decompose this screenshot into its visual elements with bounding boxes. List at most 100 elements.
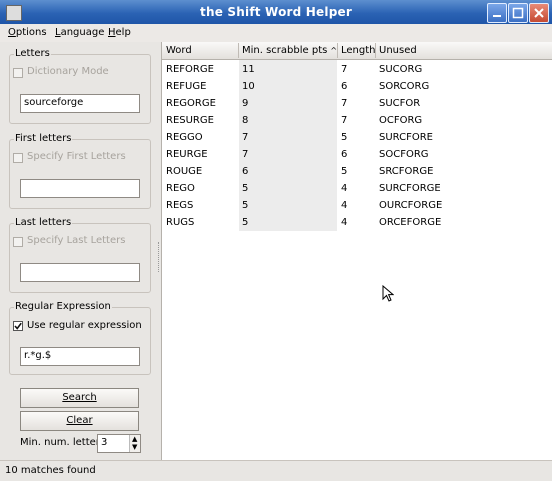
menu-bar: Options Language Help — [0, 24, 552, 42]
maximize-button[interactable] — [508, 3, 528, 23]
menu-options[interactable]: Options — [8, 27, 47, 38]
menu-help-mnemonic: H — [108, 27, 116, 38]
cell-scrabble-pts: 9 — [242, 98, 249, 109]
cell-length: 6 — [341, 81, 348, 92]
first-letters-input[interactable] — [21, 180, 137, 195]
table-row[interactable]: RUGS 5 4 ORCEFORGE — [162, 213, 552, 230]
status-bar: 10 matches found — [0, 460, 552, 481]
search-button[interactable]: Search — [20, 388, 139, 408]
cell-unused: SORCORG — [379, 81, 430, 92]
mouse-pointer-icon — [382, 285, 394, 302]
checkmark-icon — [14, 322, 22, 330]
column-header-unused[interactable]: Unused — [379, 45, 417, 56]
last-letters-group: Last letters Specify Last Letters — [9, 217, 151, 293]
results-table: Word Min. scrabble pts ^ Length Unused RE… — [161, 42, 552, 460]
table-row[interactable]: ROUGE 6 5 SRCFORGE — [162, 162, 552, 179]
cell-word: RUGS — [166, 217, 195, 228]
spin-down-icon[interactable]: ▼ — [132, 444, 137, 451]
min-letters-spinbox[interactable]: 3 ▲ ▼ — [97, 434, 141, 453]
regex-group-title: Regular Expression — [14, 301, 112, 312]
close-button[interactable] — [529, 3, 549, 23]
use-regex-checkbox[interactable] — [13, 321, 23, 331]
use-regex-label: Use regular expression — [27, 320, 142, 331]
minimize-button[interactable] — [487, 3, 507, 23]
table-row[interactable]: REFUGE 10 6 SORCORG — [162, 77, 552, 94]
table-row[interactable]: RESURGE 8 7 OCFORG — [162, 111, 552, 128]
column-separator[interactable] — [337, 43, 338, 58]
clear-button[interactable]: Clear — [20, 411, 139, 431]
table-row[interactable]: REGS 5 4 OURCFORGE — [162, 196, 552, 213]
regex-field[interactable] — [20, 347, 140, 366]
cell-word: ROUGE — [166, 166, 203, 177]
cell-length: 6 — [341, 149, 348, 160]
letters-input[interactable] — [21, 95, 137, 110]
table-header: Word Min. scrabble pts ^ Length Unused — [162, 42, 552, 60]
table-row[interactable]: REGORGE 9 7 SUCFOR — [162, 94, 552, 111]
cell-length: 7 — [341, 115, 348, 126]
cell-scrabble-pts: 7 — [242, 132, 249, 143]
cell-unused: SUCORG — [379, 64, 423, 75]
cell-length: 7 — [341, 98, 348, 109]
last-letters-input[interactable] — [21, 264, 137, 279]
cell-unused: SRCFORGE — [379, 166, 434, 177]
table-row[interactable]: REFORGE 11 7 SUCORG — [162, 60, 552, 77]
close-icon — [534, 8, 544, 18]
first-letters-group-title: First letters — [14, 133, 73, 144]
minimize-icon — [493, 15, 501, 17]
cell-scrabble-pts: 8 — [242, 115, 249, 126]
cell-unused: SURCFORGE — [379, 183, 441, 194]
status-text: 10 matches found — [5, 465, 96, 476]
cell-unused: OCFORG — [379, 115, 423, 126]
column-header-scrabble-pts[interactable]: Min. scrabble pts ^ — [242, 45, 337, 56]
spin-up-icon[interactable]: ▲ — [132, 436, 137, 443]
cell-word: REFUGE — [166, 81, 207, 92]
cell-unused: SOCFORG — [379, 149, 429, 160]
menu-help[interactable]: Help — [108, 27, 131, 38]
last-letters-checkbox-label: Specify Last Letters — [27, 235, 126, 246]
cell-unused: ORCEFORGE — [379, 217, 442, 228]
last-letters-checkbox[interactable] — [13, 237, 23, 247]
cell-unused: SUCFOR — [379, 98, 421, 109]
letters-field[interactable] — [20, 94, 140, 113]
column-separator[interactable] — [375, 43, 376, 58]
cell-length: 5 — [341, 132, 348, 143]
cell-word: RESURGE — [166, 115, 214, 126]
first-letters-checkbox-label: Specify First Letters — [27, 151, 126, 162]
column-header-length[interactable]: Length — [341, 45, 376, 56]
column-header-word[interactable]: Word — [166, 45, 192, 56]
table-row[interactable]: REURGE 7 6 SOCFORG — [162, 145, 552, 162]
window-title: the Shift Word Helper — [200, 5, 352, 19]
cell-word: REURGE — [166, 149, 208, 160]
first-letters-checkbox[interactable] — [13, 153, 23, 163]
menu-language-label: anguage — [60, 27, 105, 38]
last-letters-field[interactable] — [20, 263, 140, 282]
cell-word: REGS — [166, 200, 194, 211]
cell-scrabble-pts: 6 — [242, 166, 249, 177]
table-row[interactable]: REGGO 7 5 SURCFORE — [162, 128, 552, 145]
cell-length: 7 — [341, 64, 348, 75]
spin-buttons: ▲ ▼ — [129, 435, 140, 452]
cell-scrabble-pts: 5 — [242, 217, 249, 228]
dictionary-mode-checkbox[interactable] — [13, 68, 23, 78]
cell-scrabble-pts: 5 — [242, 183, 249, 194]
first-letters-group: First letters Specify First Letters — [9, 133, 151, 209]
search-button-label: Search — [62, 392, 97, 403]
maximize-icon — [512, 7, 524, 19]
cell-length: 4 — [341, 217, 348, 228]
cell-length: 4 — [341, 183, 348, 194]
menu-language[interactable]: Language — [55, 27, 104, 38]
cell-scrabble-pts: 7 — [242, 149, 249, 160]
column-separator[interactable] — [238, 43, 239, 58]
title-bar[interactable]: the Shift Word Helper — [0, 0, 552, 24]
menu-options-label: ptions — [15, 27, 47, 38]
table-row[interactable]: REGO 5 4 SURCFORGE — [162, 179, 552, 196]
first-letters-field[interactable] — [20, 179, 140, 198]
menu-help-label: elp — [115, 27, 131, 38]
left-panel: Letters Dictionary Mode First letters Sp… — [0, 42, 158, 460]
regex-input[interactable] — [21, 348, 137, 363]
cell-word: REGORGE — [166, 98, 216, 109]
regex-group: Regular Expression Use regular expressio… — [9, 301, 151, 375]
cell-scrabble-pts: 11 — [242, 64, 255, 75]
min-letters-value: 3 — [101, 437, 108, 448]
cell-length: 4 — [341, 200, 348, 211]
